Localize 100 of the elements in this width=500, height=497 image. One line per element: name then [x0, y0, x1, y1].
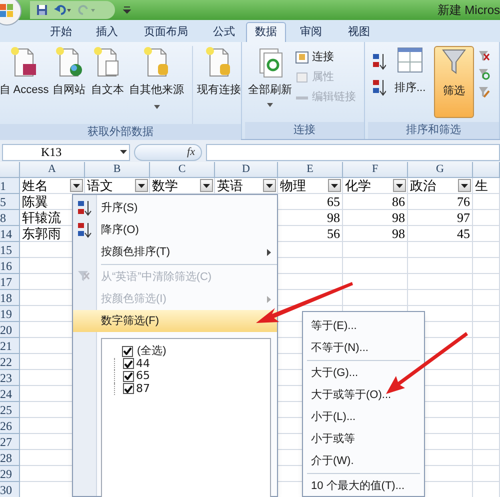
ribbon-tab[interactable]: 数据	[246, 22, 286, 42]
caret-icon[interactable]	[154, 104, 160, 108]
clear-filter-icon	[77, 269, 91, 283]
sort-ascending-icon[interactable]	[372, 52, 386, 70]
name-box[interactable]: K13	[2, 144, 130, 160]
caret-icon	[266, 184, 273, 188]
ribbon-tab[interactable]: 插入	[84, 22, 130, 42]
insert-function-button[interactable]: fx	[187, 144, 195, 160]
filter-dropdown-button[interactable]	[328, 179, 341, 192]
advanced-filter-icon[interactable]	[478, 86, 490, 98]
table-cell: 86	[343, 194, 408, 210]
table-cell	[473, 322, 500, 338]
group-label: 获取外部数据	[0, 124, 241, 141]
undo-icon[interactable]	[54, 4, 72, 16]
table-cell	[473, 338, 500, 354]
sort-ascending-icon	[77, 200, 93, 216]
checkbox-label: (全选)	[137, 344, 166, 359]
menu-item[interactable]: 数字筛选(F)	[73, 310, 277, 332]
table-header-cell: 语文	[87, 179, 113, 192]
caret-icon	[73, 184, 80, 188]
sort-button[interactable]: 排序...	[394, 80, 426, 96]
ribbon-tab[interactable]: 审阅	[286, 22, 336, 42]
menu-item[interactable]: 小于(L)...	[303, 406, 424, 428]
table-cell	[473, 466, 500, 482]
customize-caret-icon[interactable]	[123, 6, 131, 14]
clear-filter-icon[interactable]	[478, 50, 490, 62]
column-header[interactable]: F	[372, 161, 378, 178]
ribbon-button[interactable]: 现有连接	[197, 82, 241, 98]
column-header[interactable]: B	[113, 161, 121, 178]
ribbon-button[interactable]: 自 Access	[0, 82, 49, 98]
table-header-cell: 化学	[345, 179, 371, 192]
checkbox[interactable]	[123, 358, 134, 370]
column-header[interactable]: C	[178, 161, 186, 178]
filter-dropdown-button[interactable]	[393, 179, 406, 192]
document-icon	[9, 46, 39, 78]
table-cell	[473, 354, 500, 370]
column-header[interactable]: D	[242, 161, 250, 178]
reapply-icon[interactable]	[478, 68, 490, 80]
checkbox[interactable]	[123, 370, 134, 382]
table-header-cell: 物理	[280, 179, 306, 192]
caret-icon	[461, 184, 468, 188]
caret-icon[interactable]	[120, 150, 127, 154]
menu-item[interactable]: 等于(E)...	[303, 315, 424, 337]
funnel-icon	[441, 47, 468, 75]
menu-item[interactable]: 10 个最大的值(T)...	[303, 475, 424, 497]
column-header[interactable]: G	[436, 161, 444, 178]
column-header[interactable]: E	[306, 161, 314, 178]
submenu-arrow-icon	[267, 248, 271, 256]
menu-item[interactable]: 小于或等	[303, 428, 424, 450]
group-label: 连接	[245, 122, 364, 139]
ribbon-button[interactable]: 连接	[295, 48, 356, 66]
table-cell	[473, 434, 500, 450]
table-cell	[473, 290, 500, 306]
sort-dialog-icon	[397, 46, 424, 74]
table-cell	[473, 274, 500, 290]
table-cell	[408, 258, 473, 274]
group-label: 排序和筛选	[368, 122, 499, 139]
menu-item[interactable]: 大于(G)...	[303, 362, 424, 384]
filter-dropdown-button[interactable]	[200, 179, 213, 192]
filter-button[interactable]: 筛选	[434, 46, 474, 118]
checkbox[interactable]	[123, 383, 134, 394]
caret-icon	[138, 184, 145, 188]
redo-icon	[78, 4, 96, 16]
table-cell	[473, 450, 500, 466]
filter-dropdown-button[interactable]	[70, 179, 83, 192]
table-header-cell: 姓名	[22, 179, 48, 192]
column-header[interactable]: A	[48, 161, 56, 178]
sort-descending-icon[interactable]	[372, 78, 386, 96]
table-cell	[473, 258, 500, 274]
formula-input[interactable]	[206, 144, 500, 160]
checkbox[interactable]	[122, 346, 133, 357]
filter-dropdown-button[interactable]	[263, 179, 276, 192]
table-cell	[408, 290, 473, 306]
filter-dropdown-button[interactable]	[458, 179, 471, 192]
caret-icon[interactable]	[267, 102, 273, 106]
table-cell	[473, 418, 500, 434]
ribbon-button[interactable]: 自网站	[52, 82, 86, 98]
ribbon-button[interactable]: 自文本	[90, 82, 124, 98]
ribbon-tab[interactable]: 页面布局	[130, 22, 202, 42]
menu-item[interactable]: 按颜色排序(T)	[73, 241, 277, 263]
ribbon-tab[interactable]: 公式	[202, 22, 246, 42]
table-header-cell: 生	[475, 179, 488, 192]
save-icon[interactable]	[36, 4, 48, 16]
ribbon-tab[interactable]: 视图	[336, 22, 382, 42]
ribbon-button[interactable]: 自其他来源	[129, 82, 184, 98]
table-cell	[473, 242, 500, 258]
ribbon-tab[interactable]: 开始	[38, 22, 84, 42]
ribbon-button[interactable]: 全部刷新	[248, 82, 292, 98]
table-cell	[473, 386, 500, 402]
table-cell	[408, 274, 473, 290]
submenu-arrow-icon	[267, 296, 271, 302]
connection-icon	[295, 50, 309, 64]
menu-item[interactable]: 不等于(N)...	[303, 337, 424, 359]
document-icon	[54, 46, 84, 78]
menu-item[interactable]: 介于(W).	[303, 450, 424, 472]
menu-item[interactable]: 大于或等于(O)...	[303, 384, 424, 406]
checkbox-label: 87	[136, 380, 150, 396]
filter-dropdown-button[interactable]	[135, 179, 148, 192]
table-cell	[408, 242, 473, 258]
table-cell	[473, 402, 500, 418]
